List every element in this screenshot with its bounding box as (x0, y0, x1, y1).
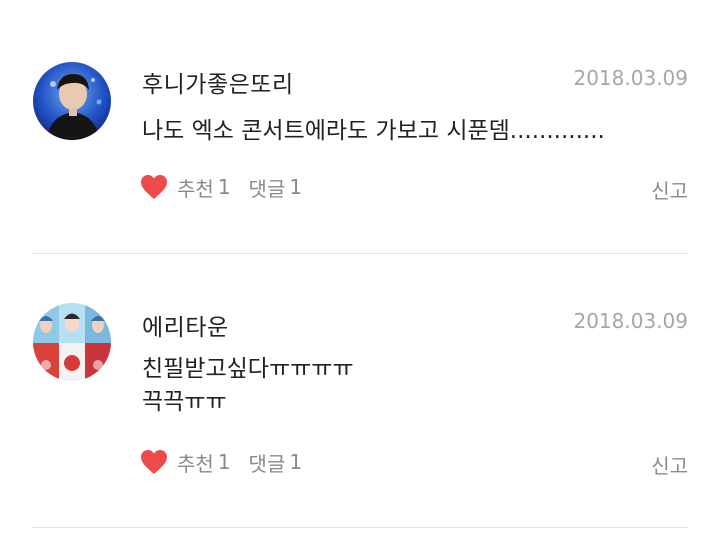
reply-count: 1 (289, 175, 303, 199)
like-label: 추천 (177, 451, 214, 476)
username[interactable]: 후니가좋은또리 (142, 65, 294, 99)
username[interactable]: 에리타운 (142, 308, 229, 342)
comment-body: 친필받고싶다ㅠㅠㅠㅠ 끅끅ㅠㅠ (142, 353, 682, 419)
like-count: 1 (217, 175, 231, 199)
heart-icon (140, 449, 168, 475)
reply-label: 댓글 (248, 176, 286, 201)
comment-body-line: 나도 엑소 콘서트에라도 가보고 시푼뎀............. (142, 118, 605, 144)
report-button[interactable]: 신고 (651, 450, 688, 479)
comment-list: 후니가좋은또리 2018.03.09 나도 엑소 콘서트에라도 가보고 시푼뎀.… (0, 0, 720, 540)
reply-label: 댓글 (248, 451, 286, 476)
comment-body-line: 끅끅ㅠㅠ (142, 389, 227, 415)
reply-button[interactable]: 댓글 1 (249, 173, 303, 202)
reply-button[interactable]: 댓글 1 (249, 448, 303, 477)
comment-item: 에리타운 2018.03.09 친필받고싶다ㅠㅠㅠㅠ 끅끅ㅠㅠ 추천 1 댓글 … (0, 254, 720, 528)
like-button[interactable]: 추천 1 (140, 173, 231, 202)
report-button[interactable]: 신고 (651, 175, 688, 204)
like-button[interactable]: 추천 1 (140, 448, 231, 477)
like-label: 추천 (177, 176, 214, 201)
comment-date: 2018.03.09 (573, 66, 688, 90)
reply-count: 1 (289, 450, 303, 474)
comment-body: 나도 엑소 콘서트에라도 가보고 시푼뎀............. (142, 115, 682, 148)
comment-item: 후니가좋은또리 2018.03.09 나도 엑소 콘서트에라도 가보고 시푼뎀.… (0, 0, 720, 254)
comment-actions: 추천 1 댓글 1 (140, 172, 302, 202)
comment-body-line: 친필받고싶다ㅠㅠㅠㅠ (142, 356, 354, 382)
comment-actions: 추천 1 댓글 1 (140, 447, 302, 477)
like-count: 1 (217, 450, 231, 474)
avatar[interactable] (33, 62, 111, 140)
divider (32, 527, 688, 528)
comment-date: 2018.03.09 (573, 309, 688, 333)
heart-icon (140, 174, 168, 200)
avatar[interactable] (33, 303, 111, 381)
